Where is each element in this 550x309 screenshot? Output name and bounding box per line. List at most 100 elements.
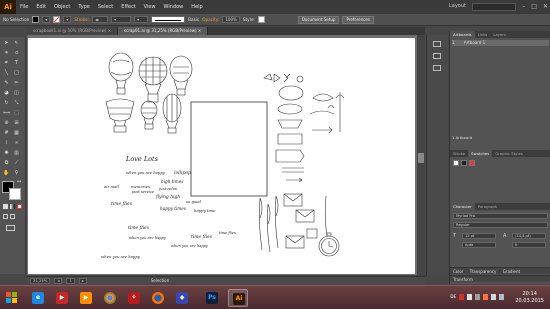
symbol-sprayer-tool-icon[interactable]: ✺ [3,150,10,157]
none-mode-icon[interactable] [17,204,22,209]
preferences-button[interactable]: Preferences [342,15,374,24]
menu-object[interactable]: Object [50,4,74,10]
lasso-tool-icon[interactable]: ഠ [13,50,20,57]
maximize-icon[interactable]: □ [531,0,537,14]
eraser-tool-icon[interactable]: ◫ [13,90,20,97]
tab-stroke[interactable]: Stroke [450,150,468,157]
column-graph-tool-icon[interactable]: ▥ [13,150,20,157]
envelope-doodles[interactable] [283,193,318,249]
tab-layers[interactable]: Layers [490,31,509,38]
art-text-happy-times[interactable]: happy times [160,206,186,211]
tray-icon-2[interactable] [467,294,472,300]
shape-builder-tool-icon[interactable]: ⊕ [3,120,10,127]
taskbar-unknown[interactable]: ◆ [172,289,192,307]
font-family-field[interactable]: Myriad Pro [453,213,548,219]
taskbar-firefox[interactable] [148,289,168,307]
variable-width-dropdown[interactable]: ▾ [111,16,132,23]
art-text-lollipop[interactable]: lollipop [174,171,191,176]
art-text-happy-time[interactable]: happy time [194,208,216,213]
art-text-happy-4[interactable]: when you are happy [101,254,140,259]
free-transform-tool-icon[interactable]: ⬚ [13,110,20,117]
art-text-time-flies-1[interactable]: time flies [111,202,132,207]
close-icon[interactable]: ✕ [543,0,548,14]
windows-start-icon[interactable] [4,290,20,306]
fill-dropdown[interactable]: ▾ [42,16,51,23]
hot-air-balloon-5[interactable] [140,100,158,130]
hand-tool-icon[interactable]: ✋ [3,170,10,177]
tray-network-icon[interactable] [499,294,504,300]
tray-icon-1[interactable] [459,294,464,300]
art-text-happy-2[interactable]: when you are happy [129,236,166,240]
hot-air-balloon-3[interactable] [169,55,193,96]
tab-graphic-styles[interactable]: Graphic Styles [492,150,526,157]
workspace-switcher[interactable]: Layout [449,3,466,9]
stroke-weight-field[interactable]: ◂▸ [92,16,109,23]
magic-wand-tool-icon[interactable]: ✶ [3,50,10,57]
vertical-scrollbar[interactable] [417,35,425,276]
artboard-next-icon[interactable]: ▸ [78,277,87,284]
menu-select[interactable]: Select [94,4,117,10]
taskbar-ie[interactable]: e [28,289,48,307]
menu-type[interactable]: Type [74,4,93,10]
art-text-memories[interactable]: memories [131,184,150,189]
tab-paragraph[interactable]: Paragraph [475,203,500,210]
slice-tool-icon[interactable]: ⟋ [13,160,20,167]
menu-effect[interactable]: Effect [117,4,139,10]
width-tool-icon[interactable]: ⟺ [3,110,10,117]
art-text-air-mail[interactable]: air mail [104,184,119,189]
tray-lang-icon[interactable]: DE [450,294,456,300]
artboard[interactable]: Love Lots when you are happy lollipop hi… [28,38,415,274]
minimize-icon[interactable]: – [522,0,525,14]
mesh-tool-icon[interactable]: # [3,130,10,137]
zoom-tool-icon[interactable]: ⚲ [13,170,20,177]
color-panel-header[interactable]: Color Transparency Gradient [450,267,550,274]
tab-links[interactable]: Links [475,31,491,38]
stroke-dropdown[interactable]: ▾ [63,16,72,23]
artboard-number[interactable]: 1 [66,277,75,284]
swatch-registration[interactable] [461,160,467,166]
gradient-tab[interactable]: Gradient [503,269,520,274]
menu-edit[interactable]: Edit [32,4,50,10]
stroke-color-box[interactable] [9,188,21,200]
style-swatch[interactable] [257,16,265,23]
art-text-love-lots[interactable]: Love Lots [126,155,158,163]
art-text-time-flies-2[interactable]: time flies [128,226,149,231]
art-text-post-service[interactable]: post service [132,190,154,194]
gradient-mode-icon[interactable] [10,204,15,209]
scale-tool-icon[interactable]: ⤡ [13,100,20,107]
paintbrush-tool-icon[interactable]: ✎ [3,80,10,87]
taskbar-media-center[interactable]: ▶ [52,289,72,307]
transform-panel-header[interactable]: Transform [450,275,550,282]
frame-doodles[interactable] [275,85,305,173]
transparency-tab[interactable]: Transparency [470,269,497,274]
color-tab[interactable]: Color [453,269,463,274]
panel-icon-2[interactable] [433,53,441,59]
taskbar-clock[interactable]: 20:14 20.03.2015 [515,291,544,305]
hot-air-balloon-2[interactable] [138,56,168,103]
art-text-time-flies-4[interactable]: time flies [219,231,236,235]
art-text-so-good[interactable]: so good [186,199,201,204]
scroll-thumb[interactable] [418,153,424,163]
search-input[interactable] [472,3,516,11]
gradient-tool-icon[interactable]: ▦ [13,130,20,137]
art-text-flying-high[interactable]: flying high [156,195,180,200]
screen-mode-icon[interactable] [6,225,15,231]
photo-frame-rect[interactable] [190,101,268,197]
art-text-just-relax[interactable]: just relax [159,186,177,191]
kerning-field[interactable]: Auto [462,242,496,248]
menu-view[interactable]: View [140,4,160,10]
tray-icon-4[interactable] [483,294,488,300]
taskbar-photoshop[interactable]: Ps [202,289,222,307]
menu-window[interactable]: Window [160,4,188,10]
font-size-field[interactable]: 12 pt [462,233,496,239]
feather-doodles[interactable] [259,195,328,253]
art-text-high-times[interactable]: high times [161,179,183,184]
opacity-field[interactable]: 100% [222,16,240,23]
pocket-watch-doodle[interactable] [318,232,340,257]
tracking-field[interactable]: 0 [512,242,546,248]
opacity-label[interactable]: Opacity: [202,17,219,22]
taskbar-media-player[interactable]: ▶ [76,289,96,307]
menu-file[interactable]: File [16,4,32,10]
eyedropper-tool-icon[interactable]: ⌇ [3,140,10,147]
hot-air-balloon-6[interactable] [162,93,182,134]
